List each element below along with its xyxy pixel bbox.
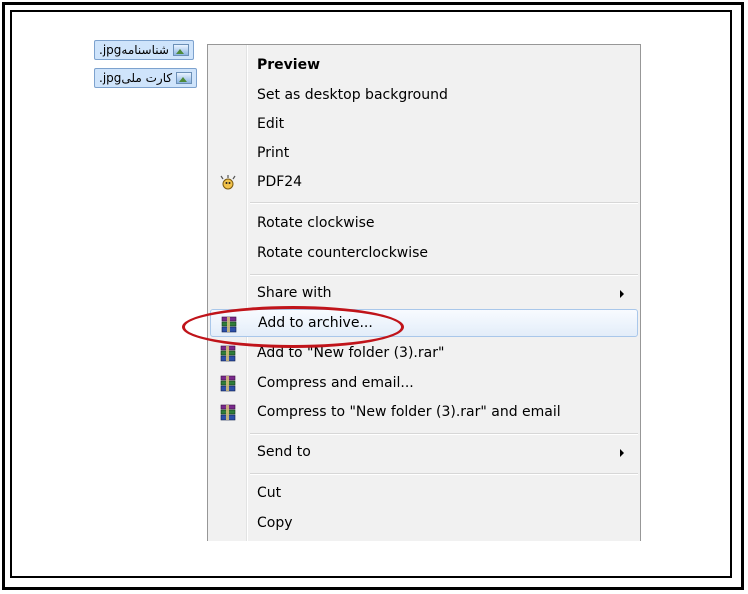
winrar-icon: [220, 404, 236, 421]
pdf24-icon: [220, 175, 236, 190]
menu-item-copy[interactable]: Copy: [210, 509, 638, 537]
menu-item-label: Rotate clockwise: [257, 215, 375, 231]
menu-item-label: PDF24: [257, 174, 303, 190]
menu-item-label: Copy: [257, 515, 293, 531]
menu-item-label: Compress to "New folder (3).rar" and ema…: [257, 404, 561, 420]
menu-item-preview[interactable]: Preview: [210, 51, 638, 79]
winrar-icon: [220, 375, 236, 392]
submenu-arrow-icon: [620, 449, 624, 457]
menu-item-label: Share with: [257, 285, 332, 301]
menu-item-print[interactable]: Print: [210, 139, 638, 167]
menu-item-send-to[interactable]: Send to: [210, 438, 638, 466]
menu-item-label: Set as desktop background: [257, 87, 448, 103]
menu-item-label: Compress and email...: [257, 375, 414, 391]
menu-separator: [250, 433, 638, 435]
submenu-arrow-icon: [620, 290, 624, 298]
file-item-shenasnameh[interactable]: .jpgشناسنامه: [94, 40, 194, 60]
menu-item-pdf24[interactable]: PDF24: [210, 168, 638, 196]
menu-item-compress-to-rar-and-email[interactable]: Compress to "New folder (3).rar" and ema…: [210, 398, 638, 426]
menu-separator: [250, 473, 638, 475]
menu-item-rotate-counterclockwise[interactable]: Rotate counterclockwise: [210, 239, 638, 267]
menu-item-label: Print: [257, 145, 290, 161]
file-item-kart-meli[interactable]: .jpgکارت ملی: [94, 68, 198, 88]
image-file-icon: [176, 72, 193, 84]
menu-item-share-with[interactable]: Share with: [210, 279, 638, 307]
menu-item-compress-and-email[interactable]: Compress and email...: [210, 369, 638, 397]
menu-item-set-desktop-background[interactable]: Set as desktop background: [210, 81, 638, 109]
menu-separator: [250, 274, 638, 276]
menu-item-label: Edit: [257, 116, 285, 132]
menu-item-label: Cut: [257, 485, 282, 501]
menu-item-edit[interactable]: Edit: [210, 110, 638, 138]
winrar-icon: [220, 345, 236, 362]
menu-item-label: Rotate counterclockwise: [257, 245, 429, 261]
context-menu: Preview Set as desktop background Edit P…: [207, 44, 641, 541]
image-file-icon: [172, 44, 189, 56]
menu-item-rotate-clockwise[interactable]: Rotate clockwise: [210, 209, 638, 237]
menu-item-label: Preview: [257, 57, 321, 73]
menu-item-label: Send to: [257, 444, 311, 460]
menu-separator: [250, 202, 638, 204]
file-name: .jpgشناسنامه: [99, 43, 169, 57]
file-name: .jpgکارت ملی: [99, 71, 173, 85]
annotation-ellipse: [182, 306, 404, 348]
menu-item-cut[interactable]: Cut: [210, 479, 638, 507]
